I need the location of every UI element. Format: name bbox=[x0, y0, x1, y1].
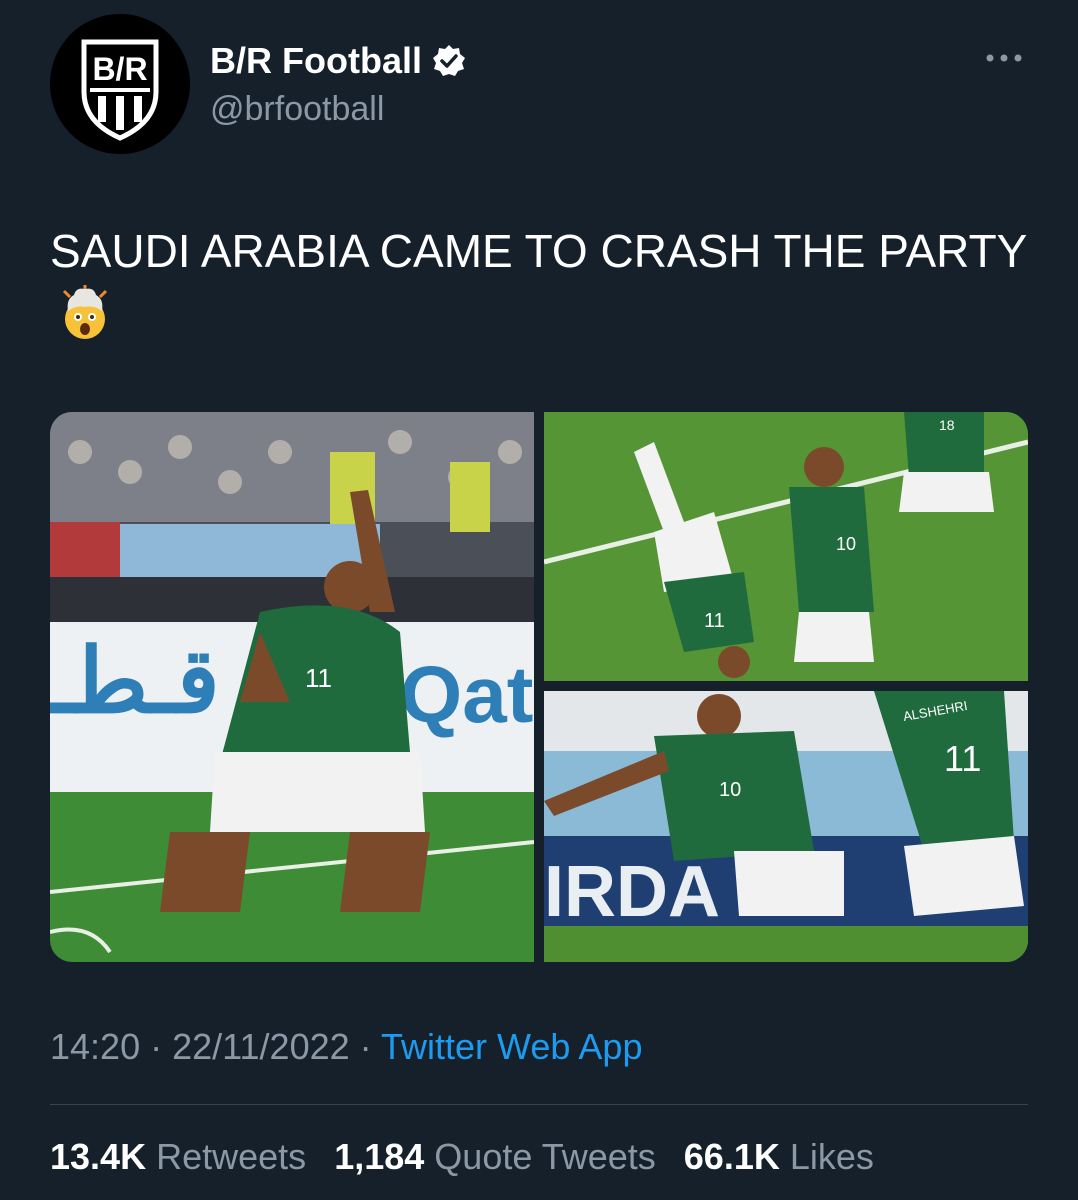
retweets-count: 13.4K bbox=[50, 1136, 147, 1177]
jersey-number-a: 10 bbox=[719, 779, 741, 801]
tweet-text-content: SAUDI ARABIA CAME TO CRASH THE PARTY bbox=[50, 225, 1027, 277]
tweet-time[interactable]: 14:20 bbox=[50, 1026, 140, 1067]
board-arabic-text: قـطـ bbox=[50, 632, 220, 732]
tweet-meta: 14:20 · 22/11/2022 · Twitter Web App bbox=[50, 1026, 642, 1068]
jersey-number-b: 18 bbox=[939, 417, 955, 433]
display-name[interactable]: B/R Football bbox=[210, 40, 466, 82]
br-football-logo-icon: B/R bbox=[50, 14, 190, 154]
jersey-number-c: 10 bbox=[836, 534, 856, 554]
media-grid: قـطـ Qata 11 11 bbox=[50, 412, 1028, 962]
jersey-number-b: 11 bbox=[944, 738, 981, 779]
tweet-date[interactable]: 22/11/2022 bbox=[172, 1026, 350, 1067]
more-options-icon[interactable] bbox=[982, 48, 1026, 68]
quotes-count: 1,184 bbox=[334, 1136, 425, 1177]
tweet-photo-3[interactable]: IRDA 10 ALSHEHRI 11 bbox=[544, 691, 1028, 962]
retweets-label: Retweets bbox=[156, 1136, 307, 1177]
quotes-label: Quote Tweets bbox=[434, 1136, 656, 1177]
avatar[interactable]: B/R bbox=[50, 14, 190, 154]
verified-badge-icon bbox=[432, 44, 466, 78]
tweet-source-link[interactable]: Twitter Web App bbox=[381, 1026, 642, 1067]
tweet-text: SAUDI ARABIA CAME TO CRASH THE PARTY bbox=[50, 218, 1030, 350]
board-text: Qata bbox=[400, 650, 534, 739]
tweet-photo-2[interactable]: 11 10 18 bbox=[544, 412, 1028, 681]
retweets-stat[interactable]: 13.4K Retweets bbox=[50, 1136, 306, 1177]
likes-count: 66.1K bbox=[683, 1136, 780, 1177]
likes-label: Likes bbox=[789, 1136, 874, 1177]
quote-tweets-stat[interactable]: 1,184 Quote Tweets bbox=[334, 1136, 656, 1177]
jersey-number: 11 bbox=[305, 663, 332, 693]
handle[interactable]: @brfootball bbox=[210, 90, 384, 129]
display-name-text: B/R Football bbox=[210, 40, 422, 81]
exploding-head-emoji-icon bbox=[56, 285, 114, 343]
likes-stat[interactable]: 66.1K Likes bbox=[684, 1136, 874, 1177]
meta-separator-2: · bbox=[359, 1026, 372, 1067]
jersey-number-a: 11 bbox=[704, 610, 725, 632]
board-text: IRDA bbox=[544, 852, 720, 932]
divider bbox=[50, 1104, 1028, 1105]
tweet-stats: 13.4K Retweets 1,184 Quote Tweets 66.1K … bbox=[50, 1136, 892, 1178]
meta-separator: · bbox=[150, 1026, 163, 1067]
tweet-photo-1[interactable]: قـطـ Qata 11 bbox=[50, 412, 534, 962]
svg-text:B/R: B/R bbox=[92, 51, 147, 87]
